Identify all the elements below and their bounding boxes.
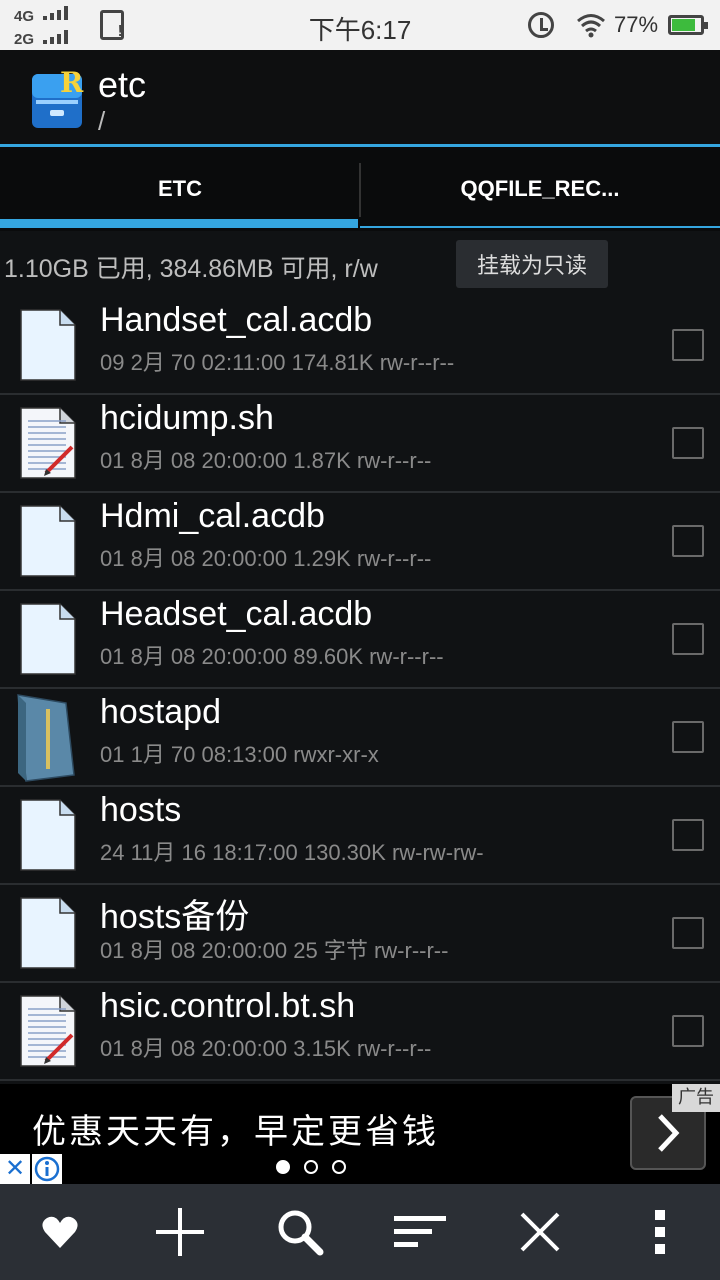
file-row[interactable]: Handset_cal.acdb 09 2月 70 02:11:00 174.81… [0, 297, 720, 395]
file-name: hosts备份 [100, 898, 250, 936]
select-checkbox[interactable] [672, 917, 704, 949]
file-row[interactable]: hosts 24 11月 16 18:17:00 130.30K rw-rw-rw… [0, 787, 720, 885]
file-list: Handset_cal.acdb 09 2月 70 02:11:00 174.81… [0, 297, 720, 1081]
select-checkbox[interactable] [672, 1015, 704, 1047]
app-logo-icon[interactable]: R [30, 66, 84, 130]
battery-icon [668, 15, 708, 35]
add-button[interactable] [150, 1202, 210, 1262]
close-icon [520, 1212, 560, 1252]
file-meta: 01 8月 08 20:00:00 1.87K rw-r--r-- [100, 448, 432, 473]
select-checkbox[interactable] [672, 623, 704, 655]
close-button[interactable] [510, 1202, 570, 1262]
select-checkbox[interactable] [672, 427, 704, 459]
file-row[interactable]: Headset_cal.acdb 01 8月 08 20:00:00 89.60K… [0, 591, 720, 689]
tab-qqfile-rec[interactable]: QQFILE_REC... [360, 147, 720, 231]
active-tab-indicator [0, 219, 358, 228]
clock: 下午6:17 [308, 15, 412, 45]
file-name: Handset_cal.acdb [100, 301, 373, 339]
file-meta: 01 8月 08 20:00:00 3.15K rw-r--r-- [100, 1036, 432, 1061]
file-icon [20, 505, 76, 577]
file-meta: 24 11月 16 18:17:00 130.30K rw-rw-rw- [100, 840, 484, 865]
alarm-icon [528, 12, 554, 38]
pager-dot [332, 1160, 346, 1174]
file-name: hcidump.sh [100, 399, 274, 437]
file-icon [20, 309, 76, 381]
file-meta: 01 8月 08 20:00:00 1.29K rw-r--r-- [100, 546, 432, 571]
file-meta: 01 1月 70 08:13:00 rwxr-xr-x [100, 742, 379, 767]
select-checkbox[interactable] [672, 329, 704, 361]
folder-icon [16, 693, 76, 783]
tab-baseline [360, 226, 720, 228]
file-name: Hdmi_cal.acdb [100, 497, 325, 535]
search-icon [278, 1210, 324, 1256]
tab-bar: ETC QQFILE_REC... [0, 147, 720, 231]
sort-button[interactable] [390, 1202, 450, 1262]
folder-path[interactable]: / [98, 106, 105, 137]
file-icon [20, 799, 76, 871]
app-header: R etc / [0, 50, 720, 144]
plus-icon [156, 1208, 204, 1256]
file-icon [20, 603, 76, 675]
ad-banner[interactable]: 优惠天天有，早定更省钱 广告 ✕ [0, 1084, 720, 1184]
more-vert-icon [655, 1210, 665, 1254]
script-icon [20, 995, 76, 1067]
file-row[interactable]: hsic.control.bt.sh 01 8月 08 20:00:00 3.15… [0, 983, 720, 1081]
file-row[interactable]: Hdmi_cal.acdb 01 8月 08 20:00:00 1.29K rw-… [0, 493, 720, 591]
pager-dot-active [276, 1160, 290, 1174]
storage-usage-text: 1.10GB 已用, 384.86MB 可用, r/w [4, 255, 378, 283]
select-checkbox[interactable] [672, 721, 704, 753]
file-row[interactable]: hostapd 01 1月 70 08:13:00 rwxr-xr-x [0, 689, 720, 787]
svg-text:R: R [60, 66, 84, 99]
file-row[interactable]: hosts备份 01 8月 08 20:00:00 25 字节 rw-r--r-- [0, 885, 720, 983]
more-menu-button[interactable] [630, 1202, 690, 1262]
file-row[interactable]: hcidump.sh 01 8月 08 20:00:00 1.87K rw-r--… [0, 395, 720, 493]
ad-label: 广告 [672, 1084, 720, 1112]
heart-icon [42, 1216, 78, 1248]
file-meta: 01 8月 08 20:00:00 89.60K rw-r--r-- [100, 644, 444, 669]
file-name: Headset_cal.acdb [100, 595, 373, 633]
search-button[interactable] [270, 1202, 330, 1262]
ad-text: 优惠天天有，早定更省钱 [32, 1112, 439, 1152]
select-checkbox[interactable] [672, 819, 704, 851]
file-name: hostapd [100, 693, 221, 731]
file-name: hsic.control.bt.sh [100, 987, 356, 1025]
file-meta: 09 2月 70 02:11:00 174.81K rw-r--r-- [100, 350, 455, 375]
script-icon [20, 407, 76, 479]
battery-percent: 77% [614, 12, 659, 37]
pager-dot [304, 1160, 318, 1174]
folder-title: etc [98, 64, 147, 105]
file-name: hosts [100, 791, 182, 829]
bottom-toolbar [0, 1184, 720, 1280]
wifi-icon [577, 14, 605, 38]
select-checkbox[interactable] [672, 525, 704, 557]
mount-readonly-button[interactable]: 挂载为只读 [456, 240, 608, 288]
ad-info-icon[interactable] [32, 1154, 62, 1184]
status-bar: 4G 2G 下午6:17 77% [0, 0, 720, 50]
file-icon [20, 897, 76, 969]
storage-info-bar: 1.10GB 已用, 384.86MB 可用, r/w 挂载为只读 [0, 231, 720, 297]
sort-icon [394, 1216, 446, 1247]
file-meta: 01 8月 08 20:00:00 25 字节 rw-r--r-- [100, 938, 449, 963]
ad-close-button[interactable]: ✕ [0, 1154, 30, 1184]
favorites-button[interactable] [30, 1202, 90, 1262]
